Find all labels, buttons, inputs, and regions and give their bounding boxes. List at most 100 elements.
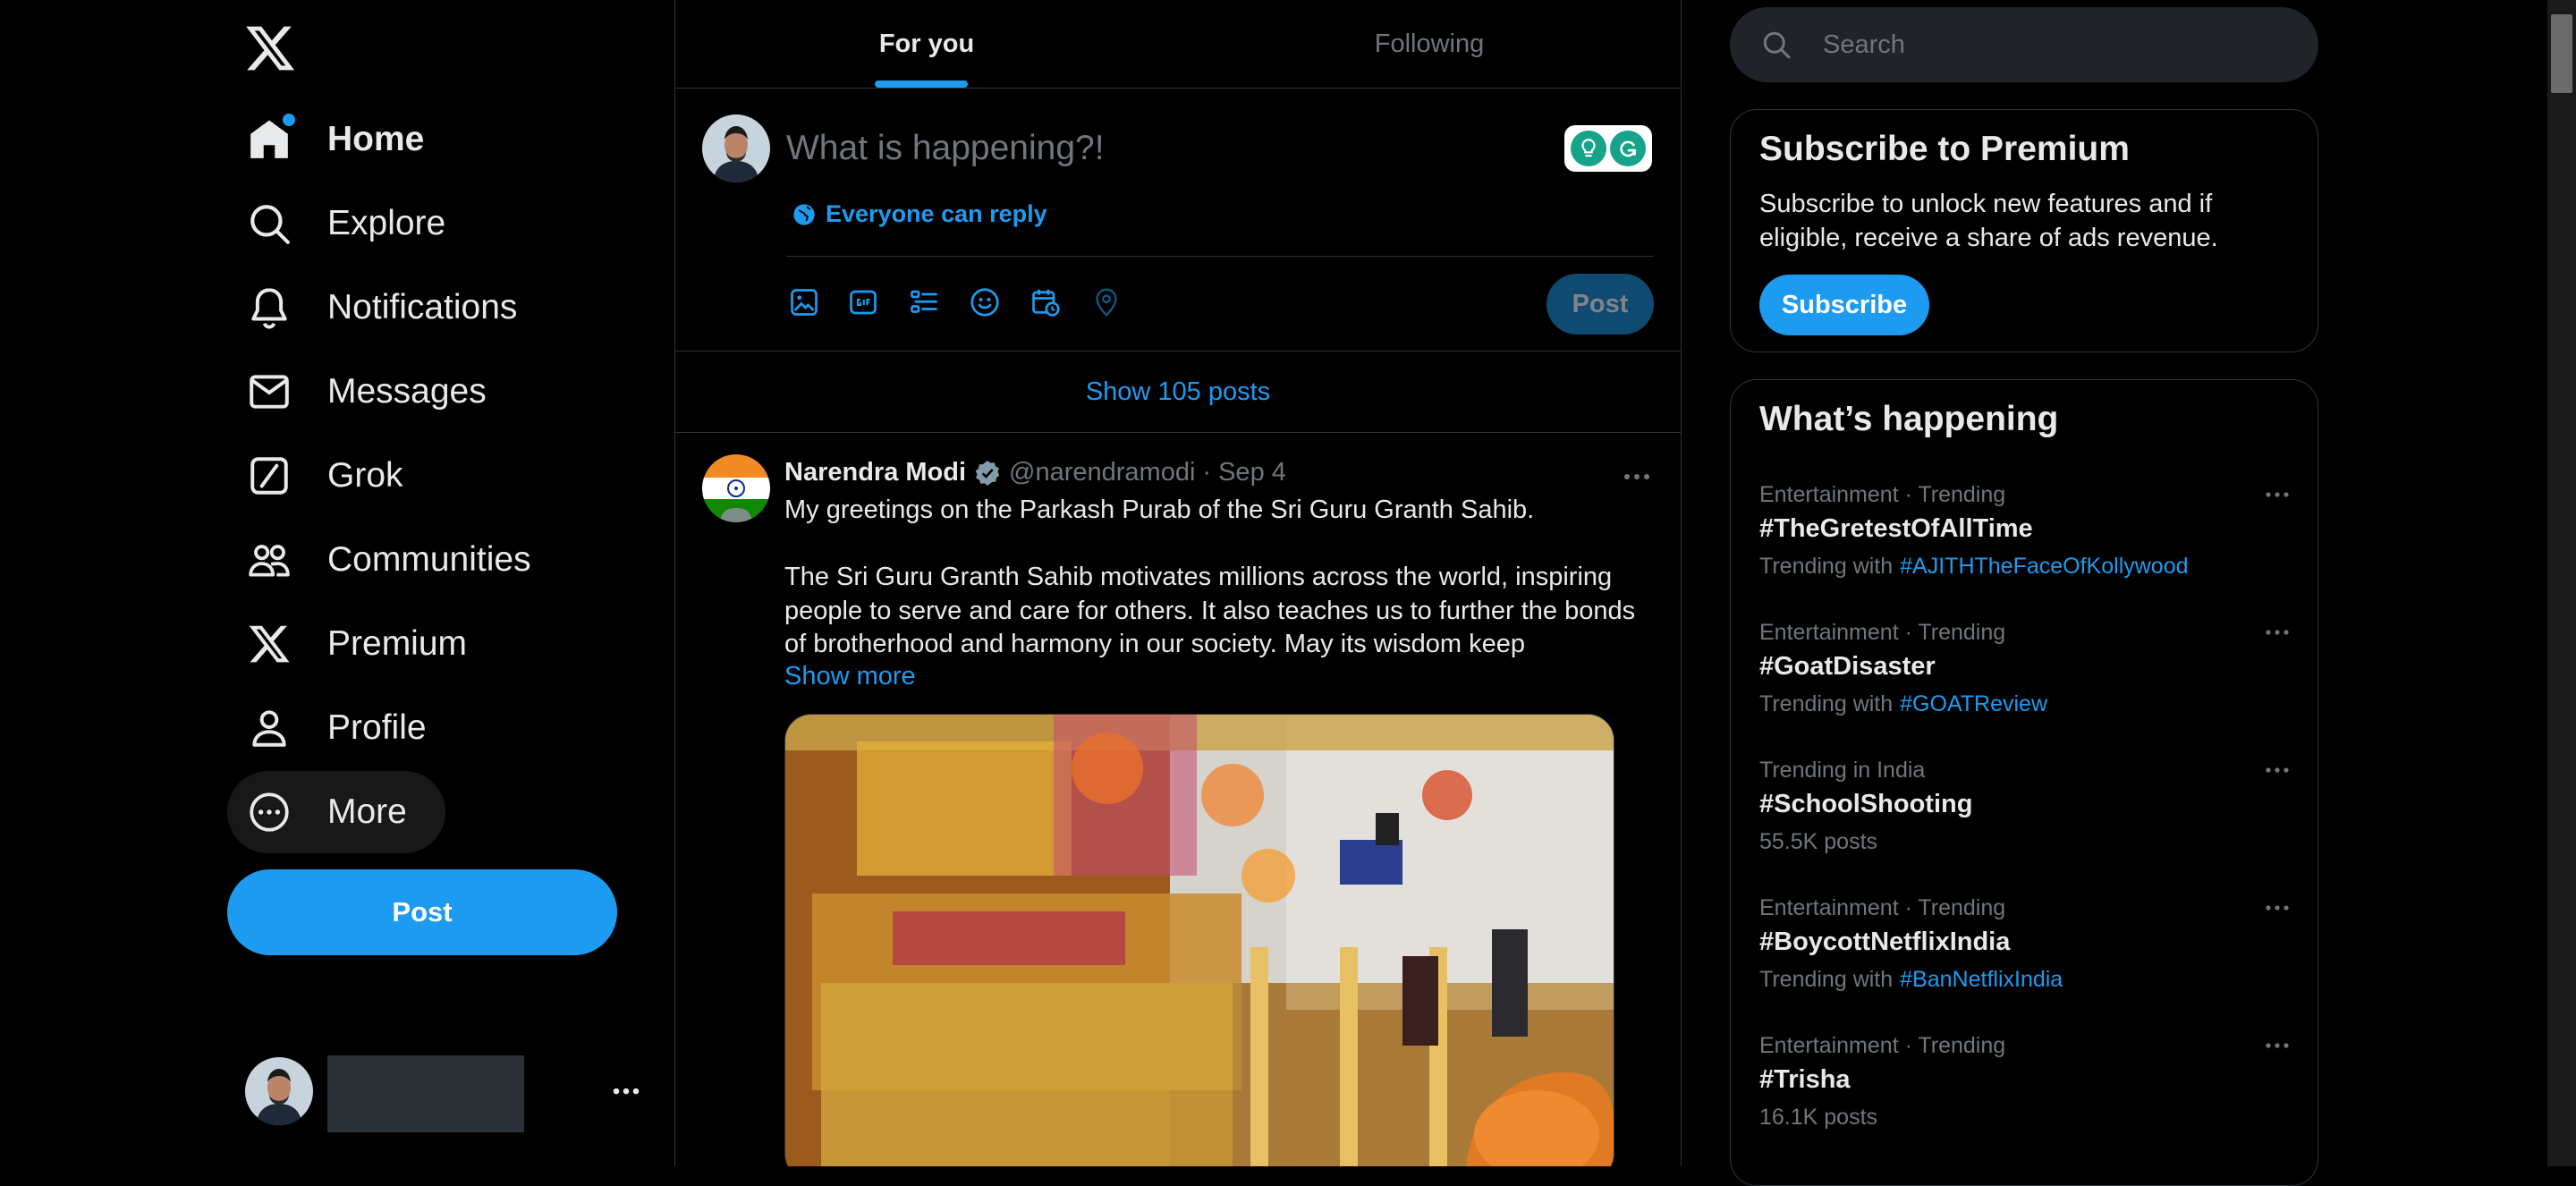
trend-link[interactable]: #BanNetflixIndia [1900, 967, 2063, 992]
tab-following[interactable]: Following [1178, 0, 1681, 88]
tweet[interactable]: Narendra Modi @narendramodi · Sep 4 My g… [675, 433, 1681, 1166]
nav-item-communities[interactable]: Communities [227, 519, 551, 601]
trend-sub: Trending with #GOATReview [1759, 691, 2047, 717]
trend-title: #Trisha [1759, 1065, 1851, 1094]
nav-item-label: Grok [327, 456, 403, 495]
tweet-text-line: The Sri Guru Granth Sahib motivates mill… [784, 563, 1636, 658]
nav-item-label: More [327, 792, 407, 831]
nav-item-notifications[interactable]: Notifications [227, 267, 537, 349]
nav-item-more[interactable]: More [227, 771, 445, 853]
trends-title: What’s happening [1759, 400, 2059, 438]
trend-link[interactable]: #AJITHTheFaceOfKollywood [1900, 554, 2188, 579]
nav-item-label: Communities [327, 540, 531, 579]
trend-title: #GoatDisaster [1759, 652, 1936, 681]
notification-dot [283, 114, 295, 126]
x-logo-icon [247, 622, 292, 666]
grammarly-widget[interactable] [1564, 125, 1652, 172]
show-new-posts[interactable]: Show 105 posts [675, 352, 1681, 433]
trend-meta: Entertainment · Trending [1759, 895, 2006, 920]
x-logo-icon[interactable] [243, 21, 297, 75]
trend-more-icon[interactable] [2264, 489, 2291, 500]
trend-title: #TheGretestOfAllTime [1759, 514, 2033, 543]
trend-item[interactable]: Trending in India #SchoolShooting 55.5K … [1731, 758, 2318, 892]
scrollbar[interactable] [2547, 0, 2576, 1166]
premium-title: Subscribe to Premium [1759, 130, 2130, 168]
trend-title: #BoycottNetflixIndia [1759, 928, 2011, 956]
search-input[interactable]: Search [1730, 7, 2318, 82]
nav-item-label: Profile [327, 708, 427, 747]
tweet-date[interactable]: Sep 4 [1218, 458, 1286, 487]
reply-setting[interactable]: Everyone can reply [792, 200, 1047, 228]
tweet-text-line [784, 528, 1652, 562]
nav-item-messages[interactable]: Messages [227, 351, 506, 433]
grammarly-icon [1610, 131, 1646, 166]
tweet-text: My greetings on the Parkash Purab of the… [784, 494, 1652, 662]
account-more-icon[interactable] [608, 1082, 644, 1100]
tab-for-you[interactable]: For you [675, 0, 1178, 88]
tweet-author[interactable]: Narendra Modi [784, 458, 966, 487]
trend-more-icon[interactable] [2264, 1040, 2291, 1051]
account-name-redacted [327, 1055, 524, 1132]
trend-item[interactable]: Entertainment · Trending #BoycottNetflix… [1731, 895, 2318, 1029]
subscribe-button[interactable]: Subscribe [1759, 275, 1929, 335]
trend-item[interactable]: Entertainment · Trending #GoatDisaster T… [1731, 620, 2318, 754]
trend-more-icon[interactable] [2264, 902, 2291, 913]
nav-item-profile[interactable]: Profile [227, 687, 446, 769]
avatar[interactable] [245, 1057, 313, 1125]
trend-post-count: 16.1K posts [1759, 1105, 1878, 1130]
globe-icon [792, 202, 817, 227]
compose-box: What is happening?! Everyone can reply P… [675, 88, 1681, 352]
search-placeholder: Search [1823, 30, 1905, 59]
trend-more-icon[interactable] [2264, 765, 2291, 775]
lightbulb-icon [1571, 131, 1606, 166]
scrollbar-thumb[interactable] [2551, 14, 2572, 93]
nav-item-premium[interactable]: Premium [227, 603, 487, 685]
premium-description: Subscribe to unlock new features and if … [1759, 190, 2218, 252]
tweet-handle[interactable]: @narendramodi [1009, 458, 1195, 487]
feed-tabs: For you Following [675, 0, 1681, 89]
grok-icon [247, 453, 292, 498]
gif-icon[interactable] [847, 286, 879, 318]
poll-icon[interactable] [908, 286, 940, 318]
image-icon[interactable] [788, 286, 820, 318]
nav-item-label: Messages [327, 372, 487, 411]
tweet-header: Narendra Modi @narendramodi · Sep 4 [784, 458, 1286, 487]
trend-sub: 55.5K posts [1759, 829, 1877, 855]
compose-post-button[interactable]: Post [1546, 274, 1654, 335]
trend-link[interactable]: #GOATReview [1900, 691, 2047, 716]
separator: · [1202, 458, 1212, 487]
trend-sub-prefix: Trending with [1759, 691, 1894, 716]
nav-item-home[interactable]: Home [227, 98, 444, 181]
verified-badge-icon [973, 459, 1002, 487]
divider [786, 256, 1654, 257]
bell-icon [247, 285, 292, 330]
compose-input[interactable]: What is happening?! [786, 129, 1105, 168]
trend-sub: 16.1K posts [1759, 1105, 1877, 1131]
nav-item-label: Notifications [327, 288, 518, 326]
trend-item[interactable]: Entertainment · Trending #TheGretestOfAl… [1731, 482, 2318, 616]
trend-sub-prefix: Trending with [1759, 554, 1894, 579]
trend-meta: Entertainment · Trending [1759, 620, 2006, 645]
nav-item-label: Explore [327, 204, 446, 242]
trend-post-count: 55.5K posts [1759, 829, 1878, 854]
emoji-icon[interactable] [969, 286, 1001, 318]
location-icon[interactable] [1090, 286, 1123, 318]
trend-item[interactable]: Entertainment · Trending #Trisha 16.1K p… [1731, 1033, 2318, 1167]
search-icon [247, 201, 292, 246]
tweet-image[interactable] [784, 714, 1614, 1166]
show-more-link[interactable]: Show more [784, 662, 916, 691]
trend-meta: Entertainment · Trending [1759, 482, 2006, 507]
avatar[interactable] [702, 454, 770, 522]
trend-more-icon[interactable] [2264, 627, 2291, 638]
nav-item-explore[interactable]: Explore [227, 182, 465, 265]
schedule-icon[interactable] [1030, 286, 1062, 318]
tweet-text-line: My greetings on the Parkash Purab of the… [784, 496, 1535, 524]
envelope-icon [247, 369, 292, 414]
premium-card: Subscribe to Premium Subscribe to unlock… [1730, 109, 2318, 352]
trend-sub-prefix: Trending with [1759, 967, 1894, 992]
trend-sub: Trending with #BanNetflixIndia [1759, 967, 2063, 993]
post-button[interactable]: Post [227, 869, 617, 955]
tweet-more-icon[interactable] [1622, 470, 1652, 483]
left-nav: Home Explore Notifications Messages Grok… [0, 0, 674, 1166]
nav-item-grok[interactable]: Grok [227, 435, 423, 517]
